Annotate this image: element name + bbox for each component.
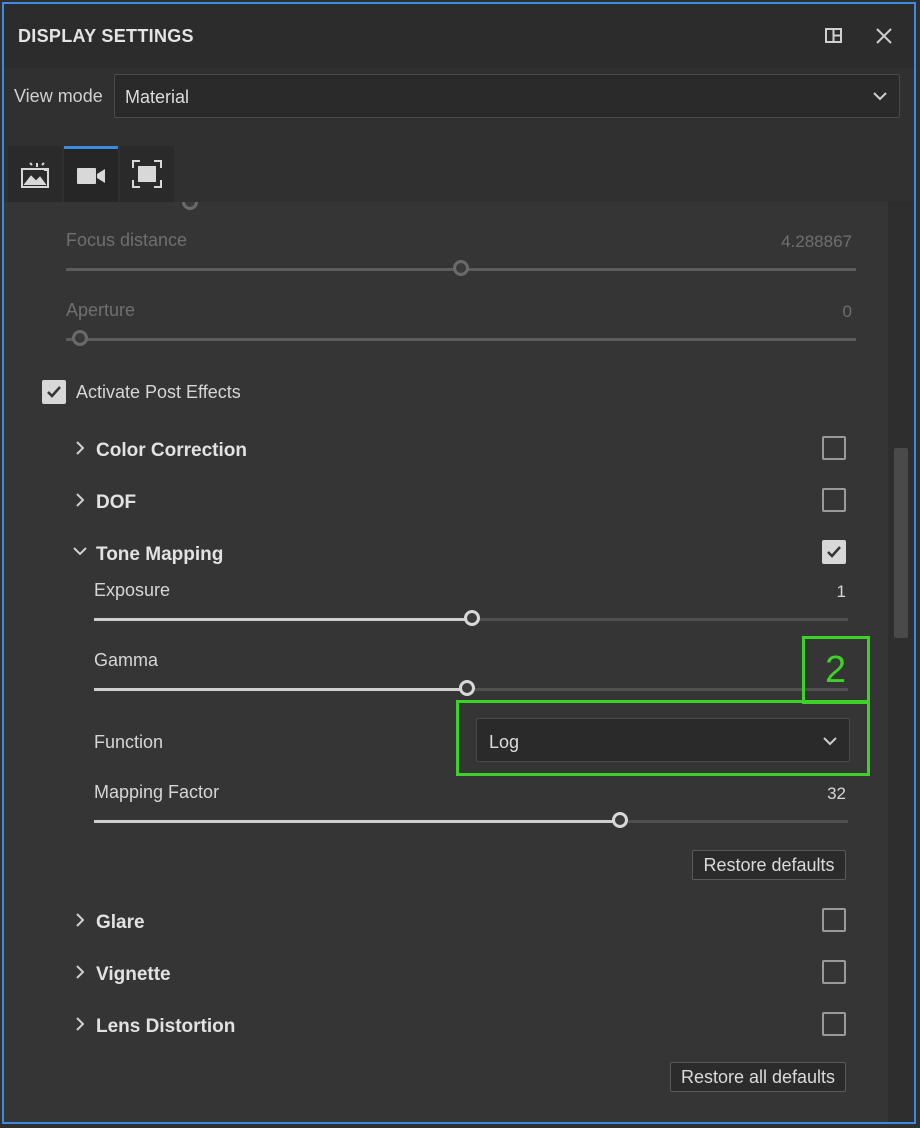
settings-content: Focus distance 4.288867 Aperture 0 Activ… (4, 202, 914, 1122)
mapping-factor-knob[interactable] (612, 812, 628, 828)
focus-distance-label: Focus distance (66, 230, 188, 250)
chevron-down-icon (871, 87, 889, 110)
exposure-knob[interactable] (464, 610, 480, 626)
view-mode-select[interactable]: Material (114, 74, 900, 118)
chevron-right-icon[interactable] (74, 1016, 86, 1037)
dof-checkbox[interactable] (822, 488, 846, 512)
annotation-number-box: 2 (802, 636, 870, 704)
lens-distortion-checkbox[interactable] (822, 1012, 846, 1036)
chevron-right-icon[interactable] (74, 440, 86, 461)
gamma-label: Gamma (94, 650, 159, 670)
restore-defaults-button[interactable]: Restore defaults (692, 850, 846, 880)
lens-distortion-header[interactable]: Lens Distortion (96, 1016, 235, 1038)
aperture-slider[interactable] (66, 338, 856, 341)
image-sparkle-icon (21, 162, 49, 193)
scrollbar-thumb[interactable] (894, 448, 908, 638)
panel-title: DISPLAY SETTINGS (18, 26, 194, 46)
tone-mapping-checkbox[interactable] (822, 540, 846, 564)
aperture-value: 0 (842, 302, 852, 321)
chevron-right-icon[interactable] (74, 492, 86, 513)
gamma-knob[interactable] (459, 680, 475, 696)
post-effects-checkbox[interactable] (42, 380, 66, 404)
vignette-header[interactable]: Vignette (96, 964, 171, 986)
tab-camera[interactable] (64, 146, 118, 202)
previous-slider-knob[interactable] (182, 202, 198, 210)
exposure-value: 1 (836, 582, 846, 601)
view-mode-value: Material (125, 87, 190, 107)
glare-header[interactable]: Glare (96, 912, 145, 934)
chevron-down-icon[interactable] (72, 544, 88, 563)
glare-checkbox[interactable] (822, 908, 846, 932)
focus-distance-knob[interactable] (453, 260, 469, 276)
mapping-factor-label: Mapping Factor (94, 782, 220, 802)
vignette-checkbox[interactable] (822, 960, 846, 984)
scrollbar[interactable] (888, 202, 914, 1122)
aperture-label: Aperture (66, 300, 136, 320)
color-correction-checkbox[interactable] (822, 436, 846, 460)
check-icon (47, 386, 61, 398)
mapping-factor-slider[interactable] (94, 820, 848, 823)
post-effects-label: Activate Post Effects (76, 382, 241, 402)
view-mode-label: View mode (14, 86, 103, 106)
check-icon (827, 546, 841, 558)
tone-mapping-header[interactable]: Tone Mapping (96, 544, 223, 566)
focus-distance-value: 4.288867 (781, 232, 852, 251)
close-icon[interactable] (870, 22, 898, 50)
mapping-factor-value: 32 (827, 784, 846, 803)
dock-icon[interactable] (820, 22, 848, 50)
chevron-right-icon[interactable] (74, 912, 86, 933)
exposure-label: Exposure (94, 580, 171, 600)
function-label: Function (94, 732, 164, 752)
restore-all-defaults-button[interactable]: Restore all defaults (670, 1062, 846, 1092)
dof-header[interactable]: DOF (96, 492, 136, 514)
video-camera-icon (76, 165, 106, 192)
aperture-knob[interactable] (72, 330, 88, 346)
display-settings-panel: DISPLAY SETTINGS View mode Material Focu… (2, 2, 916, 1124)
chevron-right-icon[interactable] (74, 964, 86, 985)
color-correction-header[interactable]: Color Correction (96, 440, 247, 462)
frame-icon (132, 160, 162, 193)
annotation-number: 2 (825, 649, 847, 691)
tab-frame[interactable] (120, 146, 174, 202)
annotation-highlight-box (456, 700, 870, 776)
tab-environment[interactable] (8, 146, 62, 202)
title-bar: DISPLAY SETTINGS (4, 4, 914, 68)
